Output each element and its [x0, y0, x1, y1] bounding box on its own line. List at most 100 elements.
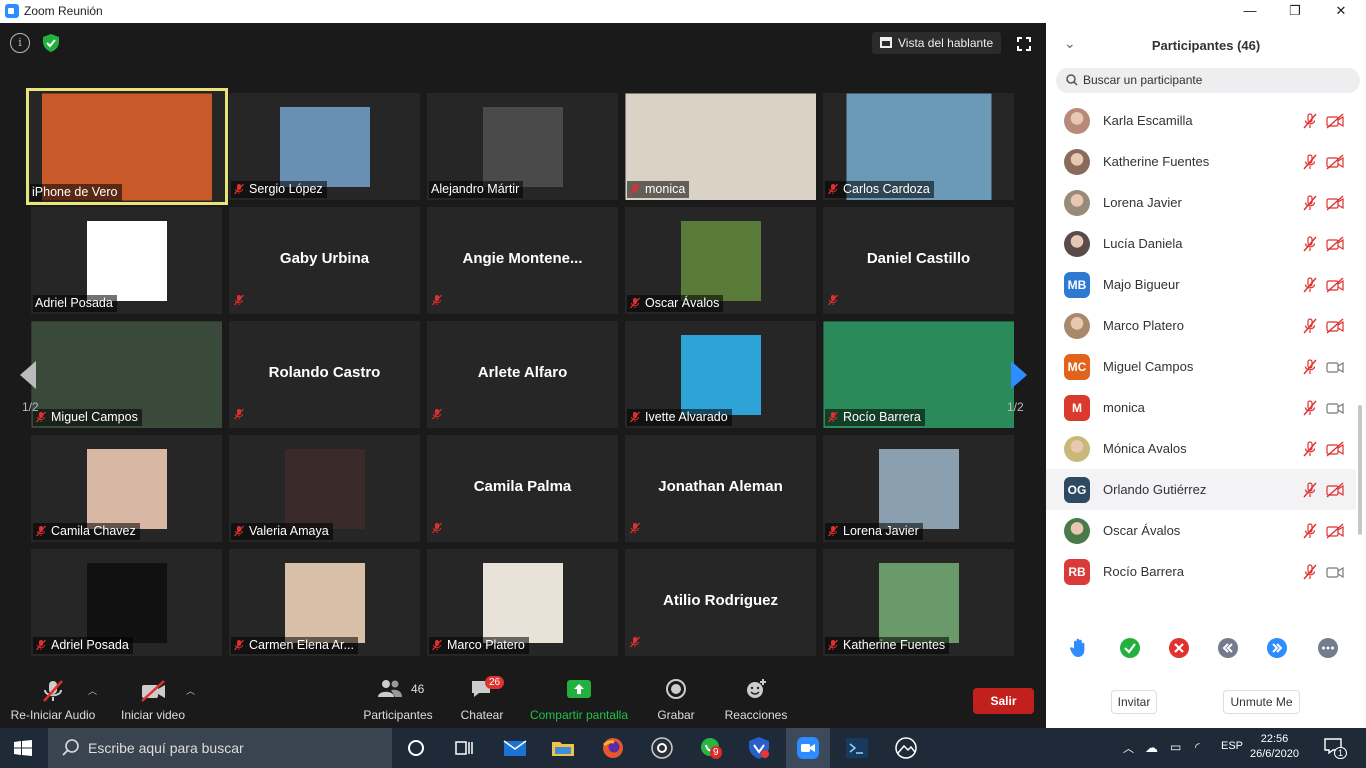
audio-options-caret[interactable]: ︿ [88, 684, 97, 697]
participant-video-tile[interactable]: Jonathan Aleman [625, 435, 816, 542]
terminal-app-icon[interactable] [845, 736, 869, 760]
participant-row[interactable]: MB Majo Bigueur [1046, 264, 1356, 305]
participant-name-placeholder: Atilio Rodriguez [663, 592, 778, 609]
meeting-info-icon[interactable]: i [10, 33, 30, 53]
participant-video-tile[interactable]: iPhone de Vero [26, 88, 228, 205]
speaker-view-label: Vista del hablante [898, 36, 994, 50]
app-at-icon[interactable] [650, 736, 674, 760]
start-video-button[interactable]: Iniciar video [118, 668, 188, 728]
next-page-arrow[interactable] [1004, 323, 1034, 433]
no-icon[interactable] [1168, 637, 1190, 659]
participant-video-tile[interactable]: monica [625, 93, 816, 200]
record-button[interactable]: Grabar [650, 668, 702, 728]
participant-search-input[interactable]: Buscar un participante [1056, 68, 1360, 93]
participant-video-tile[interactable]: Camila Chavez [31, 435, 222, 542]
task-view-icon[interactable] [452, 736, 476, 760]
participant-video-tile[interactable]: Atilio Rodriguez [625, 549, 816, 656]
participants-panel-header: ⌄ Participantes (46) [1046, 23, 1366, 67]
go-slower-icon[interactable] [1217, 637, 1239, 659]
participant-row[interactable]: Katherine Fuentes [1046, 141, 1356, 182]
share-screen-button[interactable]: Compartir pantalla [526, 668, 632, 728]
yes-icon[interactable] [1119, 637, 1141, 659]
security-shield-icon[interactable] [41, 33, 61, 53]
page-indicator-left: 1/2 [22, 400, 39, 414]
battery-icon[interactable]: ▭ [1170, 740, 1181, 754]
participant-name-label: Alejandro Mártir [429, 181, 524, 198]
participant-video-tile[interactable]: Camila Palma [427, 435, 618, 542]
previous-page-arrow[interactable] [14, 323, 44, 433]
participant-video-feed [86, 562, 167, 643]
more-options-icon[interactable] [1317, 637, 1339, 659]
participant-row[interactable]: Mmonica [1046, 387, 1356, 428]
close-button[interactable]: ✕ [1327, 2, 1355, 20]
participant-video-tile[interactable]: Carmen Elena Ar... [229, 549, 420, 656]
participant-row[interactable]: OG Orlando Gutiérrez [1046, 469, 1356, 510]
tray-expand-icon[interactable]: ︿ [1123, 740, 1134, 756]
participant-name-label: Sergio López [231, 181, 327, 198]
leave-meeting-button[interactable]: Salir [973, 688, 1034, 714]
participant-video-tile[interactable]: Lorena Javier [823, 435, 1014, 542]
participant-video-tile[interactable]: Katherine Fuentes [823, 549, 1014, 656]
participant-row[interactable]: RB Rocío Barrera [1046, 551, 1356, 592]
participant-video-tile[interactable]: Oscar Ávalos [625, 207, 816, 314]
speaker-view-button[interactable]: Vista del hablante [872, 32, 1002, 54]
participant-video-tile[interactable]: Marco Platero [427, 549, 618, 656]
wifi-icon[interactable]: ◜ [1195, 740, 1200, 754]
language-indicator[interactable]: ESP [1221, 740, 1243, 752]
mic-off-icon [43, 680, 63, 702]
participant-video-tile[interactable]: Rolando Castro [229, 321, 420, 428]
camera-off-icon [1326, 195, 1344, 216]
participant-video-tile[interactable]: Daniel Castillo [823, 207, 1014, 314]
whatsapp-app[interactable]: 9 [699, 736, 723, 760]
file-explorer-icon[interactable] [551, 736, 575, 760]
participant-row[interactable]: Marco Platero [1046, 305, 1356, 346]
participant-video-tile[interactable]: Arlete Alfaro [427, 321, 618, 428]
video-options-caret[interactable]: ︿ [186, 684, 195, 697]
invite-button[interactable]: Invitar [1111, 690, 1157, 714]
chat-button[interactable]: 26 Chatear [452, 668, 512, 728]
share-screen-icon [567, 680, 591, 698]
participant-list-scrollbar[interactable] [1357, 100, 1363, 660]
participant-video-tile[interactable]: Rocío Barrera [823, 321, 1014, 428]
windows-start-icon[interactable] [14, 740, 32, 756]
photos-app-icon[interactable] [894, 736, 918, 760]
participant-name-label: Camila Chavez [33, 523, 140, 540]
firefox-icon[interactable] [601, 736, 625, 760]
participant-video-tile[interactable]: Valeria Amaya [229, 435, 420, 542]
participant-row[interactable]: Lorena Javier [1046, 182, 1356, 223]
participant-video-tile[interactable]: Adriel Posada [31, 207, 222, 314]
mail-app-icon[interactable] [503, 736, 527, 760]
participant-name: Marco Platero [1103, 318, 1184, 333]
participant-row[interactable]: MC Miguel Campos [1046, 346, 1356, 387]
participant-row[interactable]: Lucía Daniela [1046, 223, 1356, 264]
fullscreen-icon[interactable] [1017, 37, 1031, 51]
participant-row[interactable]: Oscar Ávalos [1046, 510, 1356, 551]
participant-video-tile[interactable]: Miguel Campos [31, 321, 222, 428]
cortana-icon[interactable] [404, 736, 428, 760]
maximize-button[interactable]: ❐ [1281, 2, 1309, 20]
participant-video-tile[interactable]: Sergio López [229, 93, 420, 200]
participant-row[interactable]: Mónica Avalos [1046, 428, 1356, 469]
unmute-me-button[interactable]: Unmute Me [1223, 690, 1300, 714]
onedrive-cloud-icon[interactable]: ☁ [1145, 740, 1158, 756]
zoom-taskbar-app[interactable] [786, 728, 830, 768]
participant-video-tile[interactable]: Ivette Alvarado [625, 321, 816, 428]
participant-video-tile[interactable]: Alejandro Mártir [427, 93, 618, 200]
participant-video-tile[interactable]: Angie Montene... [427, 207, 618, 314]
participant-row[interactable]: Karla Escamilla [1046, 100, 1356, 141]
participant-video-tile[interactable]: Adriel Posada [31, 549, 222, 656]
participant-video-tile[interactable]: Carlos Cardoza [823, 93, 1014, 200]
go-faster-icon[interactable] [1266, 637, 1288, 659]
participant-video-feed [482, 562, 563, 643]
reactions-button[interactable]: Reacciones [720, 668, 792, 728]
shield-app-icon[interactable] [747, 736, 771, 760]
audio-button[interactable]: Re-Iniciar Audio [8, 668, 98, 728]
raise-hand-icon[interactable] [1068, 637, 1090, 659]
taskbar-search-input[interactable]: Escribe aquí para buscar [48, 728, 392, 768]
zoom-app-icon [5, 4, 19, 18]
minimize-button[interactable]: — [1236, 2, 1264, 20]
participant-video-tile[interactable]: Gaby Urbina [229, 207, 420, 314]
system-clock[interactable]: 22:56 26/6/2020 [1250, 732, 1299, 762]
notifications-button[interactable]: 1 [1324, 738, 1348, 759]
participants-button[interactable]: 46 Participantes [360, 668, 436, 728]
